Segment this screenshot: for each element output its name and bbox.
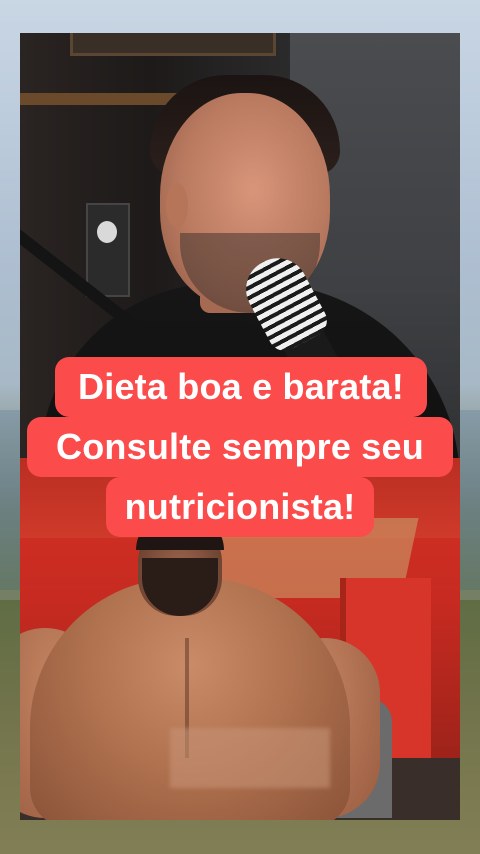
wall-device: [86, 203, 130, 297]
caption-line-1: Dieta boa e barata!: [55, 357, 427, 417]
studio-shelf: [20, 93, 180, 105]
host-ear: [166, 183, 188, 228]
caption-line-3: nutricionista!: [106, 477, 374, 537]
blurred-area: [170, 728, 330, 788]
caption-line-2: Consulte sempre seu: [27, 417, 453, 477]
wall-frame: [70, 33, 276, 56]
video-frame: Dieta boa e barata! Consulte sempre seu …: [0, 0, 480, 854]
